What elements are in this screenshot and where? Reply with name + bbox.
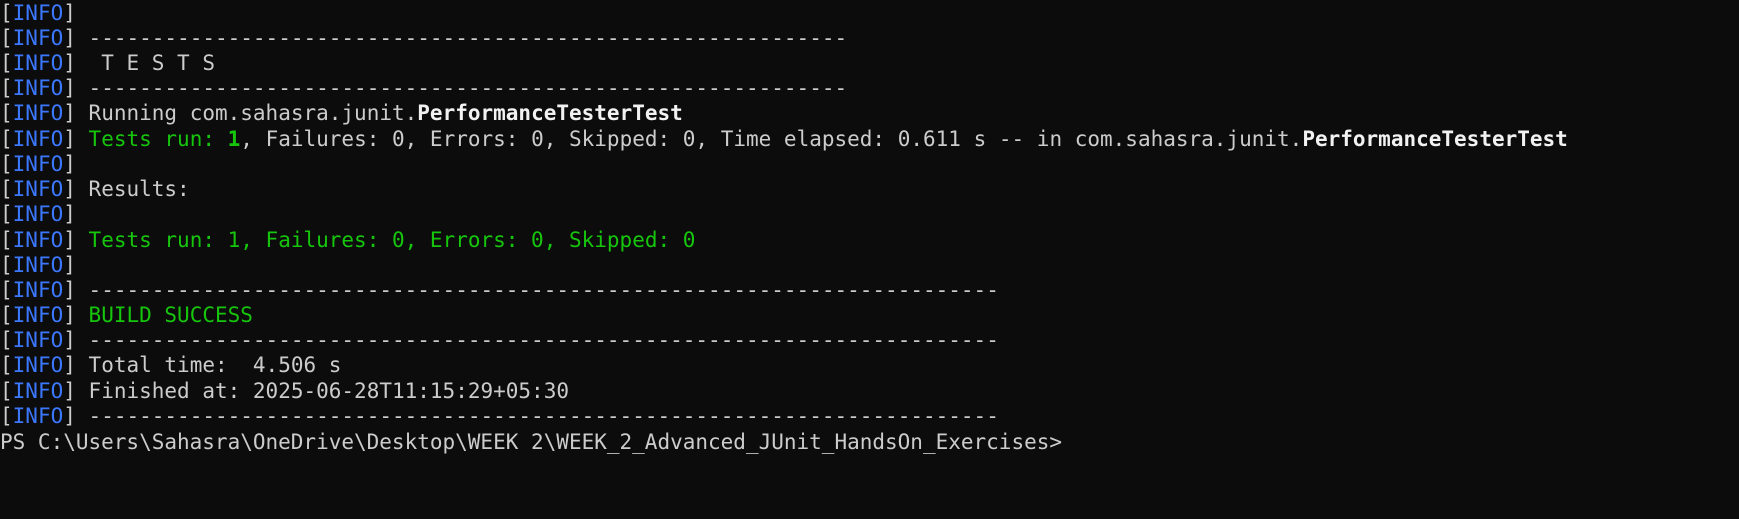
log-level-tag: INFO xyxy=(12,127,64,151)
log-line: [INFO] ---------------------------------… xyxy=(0,76,848,100)
separator-line: ----------------------------------------… xyxy=(88,278,999,302)
log-line: [INFO] Results: xyxy=(0,177,190,201)
running-test-text: Running com.sahasra.junit. xyxy=(88,101,418,125)
tests-run-count: 1 xyxy=(227,127,241,151)
log-line: [INFO] xyxy=(0,202,76,226)
separator-line: ----------------------------------------… xyxy=(88,328,999,352)
finished-at: Finished at: 2025-06-28T11:15:29+05:30 xyxy=(88,379,569,403)
test-summary: Tests run: 1, Failures: 0, Errors: 0, Sk… xyxy=(88,228,696,252)
log-level-tag: INFO xyxy=(12,51,64,75)
log-line: [INFO] Total time: 4.506 s xyxy=(0,353,342,377)
log-level-tag: INFO xyxy=(12,278,64,302)
log-line: [INFO] BUILD SUCCESS xyxy=(0,303,253,327)
tests-header: T E S T S xyxy=(88,51,215,75)
log-line: [INFO] Running com.sahasra.junit.Perform… xyxy=(0,101,683,125)
log-level-tag: INFO xyxy=(12,26,64,50)
separator-line: ----------------------------------------… xyxy=(88,76,848,100)
build-status: BUILD SUCCESS xyxy=(88,303,253,327)
log-line: [INFO] xyxy=(0,253,76,277)
log-level-tag: INFO xyxy=(12,228,64,252)
log-level-tag: INFO xyxy=(12,1,64,25)
tests-run-label: Tests run: xyxy=(88,127,228,151)
log-level-tag: INFO xyxy=(12,101,64,125)
log-line: [INFO] ---------------------------------… xyxy=(0,26,848,50)
shell-prompt[interactable]: PS C:\Users\Sahasra\OneDrive\Desktop\WEE… xyxy=(0,429,1062,455)
total-time: Total time: 4.506 s xyxy=(88,353,342,377)
log-level-tag: INFO xyxy=(12,177,64,201)
log-line: [INFO] xyxy=(0,152,76,176)
log-level-tag: INFO xyxy=(12,328,64,352)
log-level-tag: INFO xyxy=(12,152,64,176)
log-level-tag: INFO xyxy=(12,379,64,403)
log-line: [INFO] T E S T S xyxy=(0,51,215,75)
log-line: [INFO] ---------------------------------… xyxy=(0,278,999,302)
log-line: [INFO] ---------------------------------… xyxy=(0,404,999,428)
log-line: [INFO] ---------------------------------… xyxy=(0,328,999,352)
log-level-tag: INFO xyxy=(12,353,64,377)
log-level-tag: INFO xyxy=(12,404,64,428)
log-line: [INFO] Tests run: 1, Failures: 0, Errors… xyxy=(0,228,696,252)
separator-line: ----------------------------------------… xyxy=(88,404,999,428)
results-label: Results: xyxy=(88,177,190,201)
log-level-tag: INFO xyxy=(12,202,64,226)
test-stats-text: , Failures: 0, Errors: 0, Skipped: 0, Ti… xyxy=(240,127,1303,151)
log-level-tag: INFO xyxy=(12,253,64,277)
separator-line: ----------------------------------------… xyxy=(88,26,848,50)
log-line: [INFO] xyxy=(0,1,76,25)
terminal-window[interactable]: [INFO] [INFO] --------------------------… xyxy=(0,0,1739,519)
log-line: [INFO] Tests run: 1, Failures: 0, Errors… xyxy=(0,127,1568,151)
log-level-tag: INFO xyxy=(12,303,64,327)
prompt-path: PS C:\Users\Sahasra\OneDrive\Desktop\WEE… xyxy=(0,430,1063,454)
test-class-name: PerformanceTesterTest xyxy=(1302,127,1568,151)
test-class-name: PerformanceTesterTest xyxy=(417,101,683,125)
log-line: [INFO] Finished at: 2025-06-28T11:15:29+… xyxy=(0,379,569,403)
log-level-tag: INFO xyxy=(12,76,64,100)
